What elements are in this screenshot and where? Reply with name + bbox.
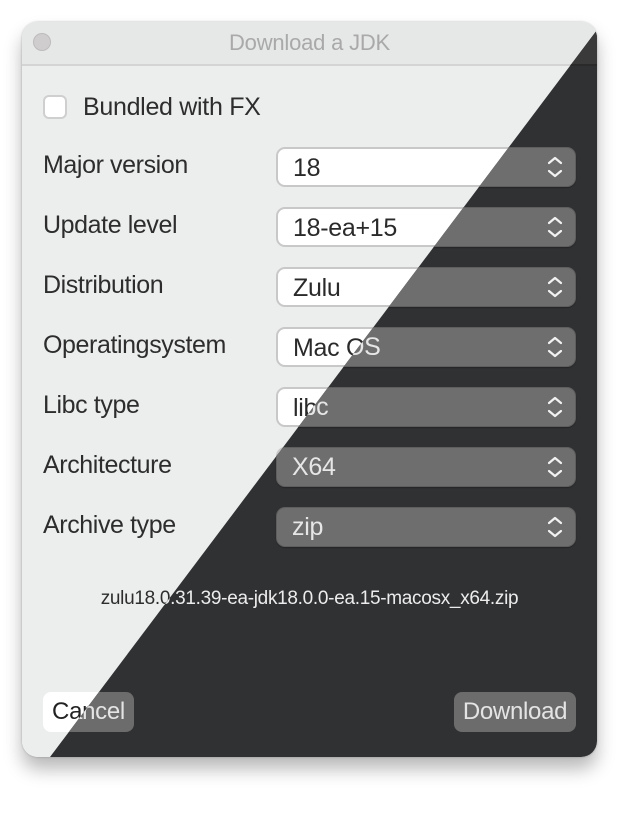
architecture-select-dark[interactable]: X64: [276, 447, 576, 487]
chevron-up-down-icon: [544, 334, 566, 360]
update-level-value: 18-ea+15: [293, 214, 397, 242]
major-version-value: 18: [293, 154, 321, 182]
window-title: Download a JDK: [228, 30, 391, 55]
chevron-up-down-icon: [544, 214, 566, 240]
chevron-up-down-icon: [544, 514, 566, 540]
archive-type-value-dark: zip: [292, 513, 324, 541]
distribution-label: Distribution: [43, 271, 164, 299]
download-jdk-dialog: Download a JDK Bundled with FX Major ver…: [22, 22, 597, 757]
title-bar: Download a JDK: [22, 22, 597, 66]
distribution-value: Zulu: [293, 274, 341, 302]
chevron-up-down-icon: [544, 454, 566, 480]
update-level-label: Update level: [43, 211, 178, 239]
bundled-fx-option[interactable]: Bundled with FX: [43, 92, 261, 122]
chevron-up-down-icon: [544, 394, 566, 420]
major-version-label: Major version: [43, 151, 188, 179]
archive-type-label: Archive type: [43, 511, 176, 539]
architecture-value-dark: X64: [292, 453, 336, 481]
download-button-dark[interactable]: Download: [454, 692, 576, 732]
bundled-fx-label: Bundled with FX: [83, 92, 261, 121]
chevron-up-down-icon: [544, 154, 566, 180]
libc-type-label: Libc type: [43, 391, 140, 419]
architecture-label: Architecture: [43, 451, 172, 479]
bundled-fx-checkbox[interactable]: [43, 95, 67, 119]
archive-type-select-dark[interactable]: zip: [276, 507, 576, 547]
operating-system-label: Operatingsystem: [43, 331, 226, 359]
chevron-up-down-icon: [544, 274, 566, 300]
